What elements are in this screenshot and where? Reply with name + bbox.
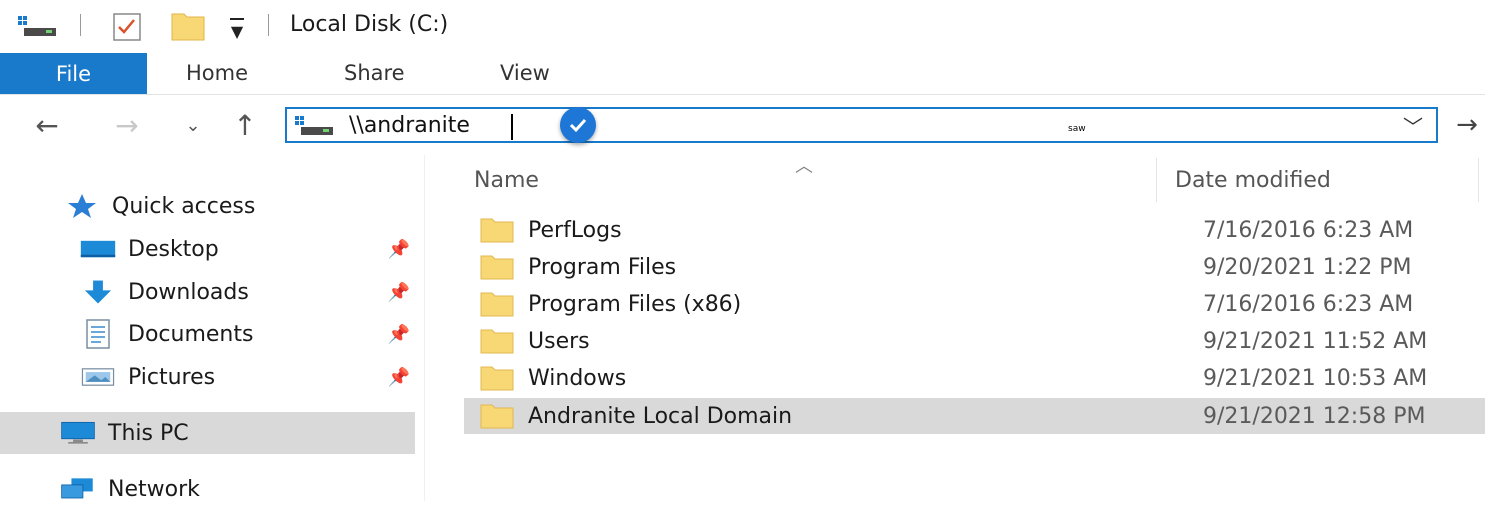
drive-icon: [18, 14, 58, 38]
text-caret: [511, 114, 513, 140]
forward-button[interactable]: →: [110, 108, 144, 142]
address-dropdown-button[interactable]: ﹀: [1398, 112, 1428, 139]
file-date-modified: 9/21/2021 10:53 AM: [1203, 365, 1428, 391]
recent-locations-button[interactable]: ⌄: [176, 110, 210, 140]
title-separator: [80, 14, 81, 36]
folder-icon: [480, 217, 514, 243]
folder-icon: [480, 365, 514, 391]
file-date-modified: 9/20/2021 1:22 PM: [1203, 254, 1412, 280]
nav-item-pictures[interactable]: Pictures 📌: [80, 357, 410, 397]
back-button[interactable]: ←: [30, 108, 64, 142]
title-bar: [0, 0, 1485, 52]
table-row[interactable]: Windows 9/21/2021 10:53 AM: [464, 360, 1485, 396]
window-title: Local Disk (C:): [290, 12, 449, 37]
tab-file[interactable]: File: [0, 53, 147, 94]
nav-this-pc[interactable]: This PC: [0, 412, 415, 454]
file-name: Users: [528, 328, 590, 354]
up-arrow-icon: ↑: [233, 108, 257, 142]
address-bar[interactable]: [285, 107, 1438, 143]
folder-icon: [480, 328, 514, 354]
column-header-date-modified[interactable]: Date modified: [1175, 168, 1331, 193]
folder-icon: [480, 403, 514, 429]
column-separator[interactable]: [1478, 158, 1479, 202]
pictures-icon: [80, 363, 116, 391]
pin-icon[interactable]: 📌: [388, 239, 410, 260]
file-name: Windows: [528, 365, 627, 391]
file-name: PerfLogs: [528, 217, 622, 243]
table-row[interactable]: Program Files (x86) 7/16/2016 6:23 AM: [464, 286, 1485, 322]
nav-network-label: Network: [108, 476, 200, 502]
up-button[interactable]: ↑: [228, 108, 262, 142]
tab-home[interactable]: Home: [186, 61, 248, 85]
sort-ascending-icon: ︿: [795, 156, 813, 177]
folder-icon: [480, 291, 514, 317]
table-row[interactable]: Users 9/21/2021 11:52 AM: [464, 323, 1485, 359]
chevron-down-icon: ﹀: [1403, 114, 1423, 139]
forward-arrow-icon: →: [115, 108, 139, 142]
nav-item-desktop[interactable]: Desktop 📌: [80, 229, 410, 269]
nav-item-downloads[interactable]: Downloads 📌: [80, 272, 410, 312]
address-input[interactable]: [349, 111, 1349, 139]
table-row[interactable]: PerfLogs 7/16/2016 6:23 AM: [464, 212, 1485, 248]
nav-quick-access[interactable]: Quick access: [64, 186, 255, 226]
folder-icon: [480, 254, 514, 280]
file-name: Andranite Local Domain: [528, 403, 793, 429]
nav-network[interactable]: Network: [60, 469, 200, 509]
column-separator[interactable]: [1156, 158, 1157, 202]
nav-item-label: Desktop: [128, 236, 219, 262]
pin-icon[interactable]: 📌: [388, 367, 410, 388]
title-separator-2: [268, 14, 269, 36]
new-folder-icon[interactable]: [170, 10, 206, 42]
documents-icon: [80, 319, 116, 349]
properties-icon[interactable]: [112, 12, 144, 42]
file-name: Program Files: [528, 254, 677, 280]
file-date-modified: 7/16/2016 6:23 AM: [1203, 217, 1414, 243]
downloads-icon: [80, 278, 116, 306]
customize-quick-access-dropdown[interactable]: ▼: [226, 16, 248, 41]
pin-icon[interactable]: 📌: [388, 324, 410, 345]
file-date-modified: 7/16/2016 6:23 AM: [1203, 291, 1414, 317]
right-arrow-icon: →: [1456, 110, 1478, 140]
column-header-name[interactable]: Name: [474, 168, 539, 193]
tab-view[interactable]: View: [500, 61, 550, 85]
nav-item-label: Documents: [128, 321, 254, 347]
desktop-icon: [80, 235, 116, 263]
address-drive-icon: [295, 115, 335, 141]
tab-share[interactable]: Share: [344, 61, 405, 85]
file-name: Program Files (x86): [528, 291, 742, 317]
computer-icon: [60, 419, 96, 447]
checkmark-icon: [560, 107, 596, 143]
file-date-modified: 9/21/2021 12:58 PM: [1203, 403, 1426, 429]
back-arrow-icon: ←: [35, 108, 59, 142]
nav-item-documents[interactable]: Documents 📌: [80, 314, 410, 354]
pin-icon[interactable]: 📌: [388, 282, 410, 303]
stray-text: saw: [1068, 124, 1086, 134]
table-row[interactable]: Program Files 9/20/2021 1:22 PM: [464, 249, 1485, 285]
chevron-down-icon: ⌄: [185, 114, 201, 136]
nav-this-pc-label: This PC: [108, 420, 189, 446]
go-button[interactable]: →: [1452, 110, 1482, 140]
nav-item-label: Downloads: [128, 279, 249, 305]
star-icon: [64, 192, 100, 220]
table-row[interactable]: Andranite Local Domain 9/21/2021 12:58 PM: [464, 398, 1485, 434]
file-date-modified: 9/21/2021 11:52 AM: [1203, 328, 1428, 354]
nav-quick-access-label: Quick access: [112, 193, 256, 219]
network-icon: [60, 475, 96, 503]
nav-item-label: Pictures: [128, 364, 216, 390]
